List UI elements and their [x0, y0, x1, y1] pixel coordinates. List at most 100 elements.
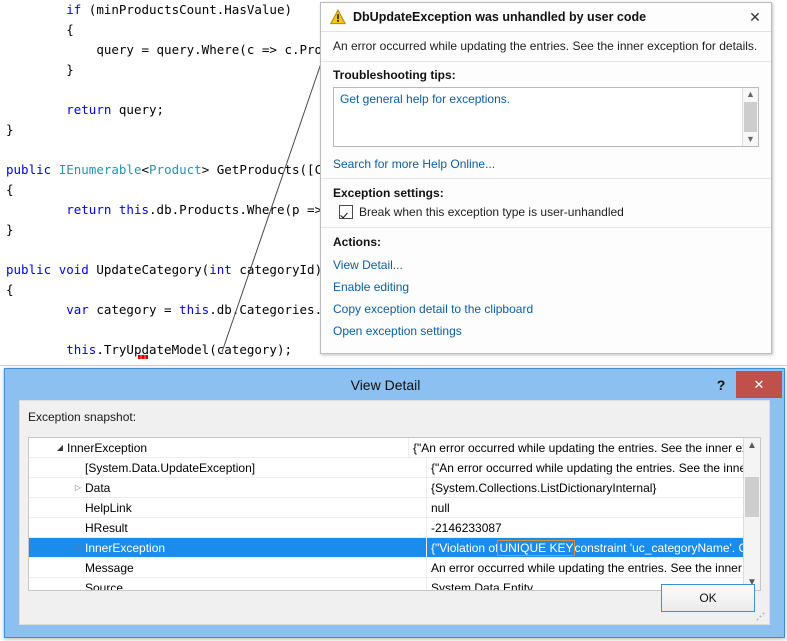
code-token: > GetProducts([Con — [202, 162, 337, 177]
grid-cell-name: HelpLink — [29, 498, 427, 517]
close-icon[interactable]: ✕ — [745, 7, 765, 27]
tips-scrollbar[interactable]: ▲ ▼ — [742, 88, 758, 146]
grid-cell-name: Source — [29, 578, 427, 591]
scroll-down-icon[interactable]: ▼ — [746, 133, 755, 146]
grid-cell-name: ▷InnerException — [29, 538, 427, 557]
grid-cell-value: null — [427, 498, 760, 517]
code-token: .TryUpdateModel(category); — [96, 342, 292, 357]
grid-row-name: InnerException — [67, 441, 147, 455]
break-when-unhandled-checkbox[interactable] — [339, 205, 353, 219]
grid-cell-name: Message — [29, 558, 427, 577]
code-token: public — [6, 262, 51, 277]
code-token: categoryId) — [232, 262, 322, 277]
resize-grip[interactable] — [756, 612, 765, 621]
error-squiggle-marker — [138, 355, 148, 359]
exception-snapshot-grid[interactable]: ◢InnerException{"An error occurred while… — [28, 437, 761, 591]
grid-row-name: Source — [85, 581, 123, 592]
exception-popup-titlebar: DbUpdateException was unhandled by user … — [321, 3, 771, 32]
ok-button[interactable]: OK — [661, 584, 755, 612]
exception-settings-section: Exception settings: Break when this exce… — [321, 178, 771, 227]
view-detail-dialog: View Detail ? ✕ Exception snapshot: ◢Inn… — [4, 368, 785, 638]
expander-closed-icon[interactable]: ▷ — [71, 543, 85, 552]
code-token — [111, 202, 119, 217]
grid-cell-value: An error occurred while updating the ent… — [427, 558, 760, 577]
troubleshooting-section: Troubleshooting tips: Get general help f… — [321, 62, 771, 151]
grid-cell-name: ◢InnerException — [29, 438, 409, 457]
exception-settings-heading: Exception settings: — [333, 186, 761, 200]
code-token: this — [66, 342, 96, 357]
action-view-detail[interactable]: View Detail... — [333, 254, 761, 276]
code-token: var — [66, 302, 89, 317]
troubleshooting-heading: Troubleshooting tips: — [333, 68, 761, 82]
grid-row-name: [System.Data.UpdateException] — [85, 461, 255, 475]
grid-row-name: HelpLink — [85, 501, 132, 515]
exception-popup-title: DbUpdateException was unhandled by user … — [353, 10, 745, 24]
tips-link-general-help[interactable]: Get general help for exceptions. — [334, 88, 758, 110]
grid-row-name: Data — [85, 481, 110, 495]
action-copy-exception-detail[interactable]: Copy exception detail to the clipboard — [333, 298, 761, 320]
code-token: this — [119, 202, 149, 217]
code-token: query; — [111, 102, 164, 117]
troubleshooting-tips-box: Get general help for exceptions. ▲ ▼ — [333, 87, 759, 147]
scrollbar-thumb[interactable] — [744, 102, 757, 132]
table-row[interactable]: ▷InnerException{"Violation of UNIQUE KEY… — [29, 538, 760, 558]
grid-cell-value: {System.Collections.ListDictionaryIntern… — [427, 478, 760, 497]
action-open-exception-settings[interactable]: Open exception settings — [333, 320, 761, 342]
code-token: UpdateCategory( — [89, 262, 209, 277]
grid-row-name: HResult — [85, 521, 128, 535]
view-detail-titlebar[interactable]: View Detail ? ✕ — [5, 369, 784, 400]
view-detail-body: Exception snapshot: ◢InnerException{"An … — [19, 400, 770, 625]
grid-cell-name: ▷Data — [29, 478, 427, 497]
grid-cell-value: {"An error occurred while updating the e… — [427, 458, 760, 477]
table-row[interactable]: ▷Data{System.Collections.ListDictionaryI… — [29, 478, 760, 498]
code-token: { — [6, 182, 14, 197]
expander-closed-icon[interactable]: ▷ — [71, 483, 85, 492]
grid-row-name: InnerException — [85, 541, 165, 555]
table-row[interactable]: HelpLink null — [29, 498, 760, 518]
expander-open-icon[interactable]: ◢ — [53, 443, 67, 452]
grid-cell-value: {"An error occurred while updating the e… — [409, 438, 760, 457]
code-token: < — [141, 162, 149, 177]
code-token: if — [66, 2, 81, 17]
code-token: public — [6, 162, 51, 177]
table-row[interactable]: ◢InnerException{"An error occurred while… — [29, 438, 760, 458]
grid-cell-name: HResult — [29, 518, 427, 537]
code-token — [51, 162, 59, 177]
table-row[interactable]: HResult -2146233087 — [29, 518, 760, 538]
code-token — [51, 262, 59, 277]
code-token: void — [59, 262, 89, 277]
table-row[interactable]: SourceSystem.Data.Entity — [29, 578, 760, 591]
code-token: { — [66, 22, 74, 37]
view-detail-title: View Detail — [5, 377, 706, 393]
code-token: } — [6, 122, 14, 137]
help-icon[interactable]: ? — [706, 377, 736, 393]
grid-cell-value: -2146233087 — [427, 518, 760, 537]
scroll-up-icon[interactable]: ▲ — [747, 438, 757, 453]
grid-cell-value: {"Violation of UNIQUE KEY constraint 'uc… — [427, 538, 760, 557]
editor-bottom-divider — [0, 365, 787, 366]
code-token: this — [179, 302, 209, 317]
exception-actions-section: Actions: View Detail... Enable editing C… — [321, 227, 771, 348]
close-icon[interactable]: ✕ — [736, 371, 782, 398]
grid-cell-name: [System.Data.UpdateException] — [29, 458, 427, 477]
exception-popup: DbUpdateException was unhandled by user … — [320, 2, 772, 354]
scroll-up-icon[interactable]: ▲ — [746, 88, 755, 101]
exception-snapshot-label: Exception snapshot: — [20, 401, 769, 429]
code-token: } — [6, 222, 14, 237]
grid-scrollbar[interactable]: ▲ ▼ — [743, 438, 760, 590]
break-when-unhandled-label: Break when this exception type is user-u… — [359, 205, 624, 219]
value-text-selection: UNIQUE KEY — [498, 541, 574, 555]
code-token: category = — [89, 302, 179, 317]
exception-message: An error occurred while updating the ent… — [321, 32, 771, 62]
search-help-online-link[interactable]: Search for more Help Online... — [321, 151, 771, 178]
code-token: Product — [149, 162, 202, 177]
code-token: int — [209, 262, 232, 277]
action-enable-editing[interactable]: Enable editing — [333, 276, 761, 298]
actions-heading: Actions: — [333, 235, 761, 249]
break-when-unhandled-row[interactable]: Break when this exception type is user-u… — [333, 205, 761, 219]
code-token: return — [66, 202, 111, 217]
grid-row-name: Message — [85, 561, 134, 575]
table-row[interactable]: [System.Data.UpdateException] {"An error … — [29, 458, 760, 478]
scrollbar-thumb[interactable] — [745, 477, 759, 517]
table-row[interactable]: Message An error occurred while updating … — [29, 558, 760, 578]
